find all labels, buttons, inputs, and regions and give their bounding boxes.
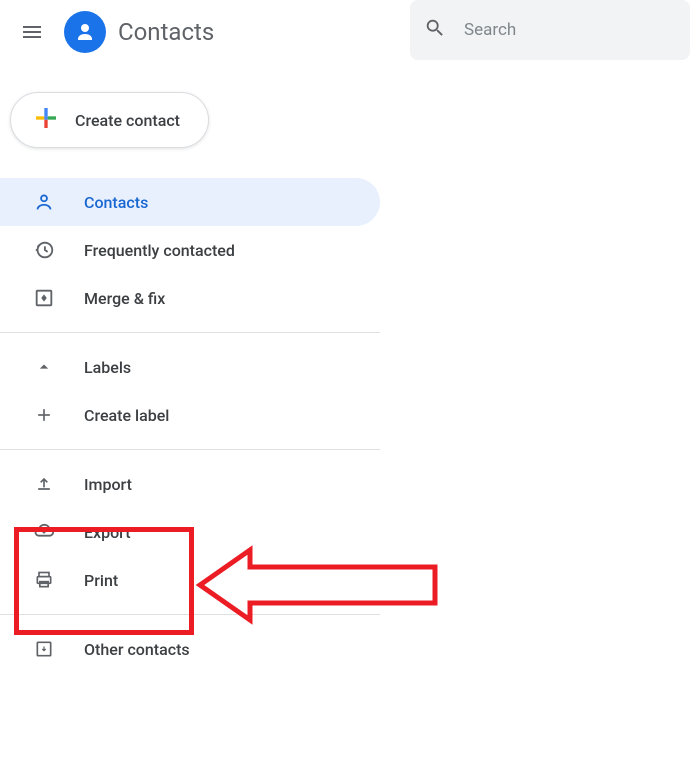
print-icon xyxy=(32,570,56,590)
sidebar-item-label: Import xyxy=(84,475,132,494)
menu-button[interactable] xyxy=(8,8,56,56)
app-logo xyxy=(64,11,106,53)
plus-icon xyxy=(31,103,61,137)
sidebar-item-label: Frequently contacted xyxy=(84,241,235,260)
sidebar-item-label: Other contacts xyxy=(84,640,190,659)
merge-icon xyxy=(32,287,56,309)
contacts-icon xyxy=(32,191,56,213)
person-icon xyxy=(73,20,97,44)
archive-icon xyxy=(32,639,56,659)
sidebar-item-export[interactable]: Export xyxy=(0,508,380,556)
upload-icon xyxy=(32,474,56,494)
plus-small-icon xyxy=(32,405,56,425)
divider xyxy=(0,332,380,333)
sidebar-item-label: Print xyxy=(84,571,118,590)
sidebar-item-merge[interactable]: Merge & fix xyxy=(0,274,380,322)
sidebar-item-label: Labels xyxy=(84,358,131,377)
cloud-download-icon xyxy=(32,521,56,543)
divider xyxy=(0,449,380,450)
chevron-up-icon xyxy=(32,357,56,377)
sidebar-item-label: Contacts xyxy=(84,193,148,212)
sidebar-item-import[interactable]: Import xyxy=(0,460,380,508)
sidebar-item-print[interactable]: Print xyxy=(0,556,380,604)
search-box[interactable]: Search xyxy=(410,0,690,60)
sidebar-item-frequent[interactable]: Frequently contacted xyxy=(0,226,380,274)
sidebar-item-label: Merge & fix xyxy=(84,289,165,308)
divider xyxy=(0,614,380,615)
sidebar-item-label: Export xyxy=(84,523,131,542)
search-icon xyxy=(424,17,446,43)
app-title: Contacts xyxy=(118,18,214,46)
sidebar-item-contacts[interactable]: Contacts xyxy=(0,178,380,226)
sidebar-item-labels[interactable]: Labels xyxy=(0,343,380,391)
search-placeholder: Search xyxy=(464,20,516,40)
sidebar-item-create-label[interactable]: Create label xyxy=(0,391,380,439)
hamburger-icon xyxy=(20,20,44,44)
history-icon xyxy=(32,239,56,261)
sidebar-item-label: Create label xyxy=(84,406,169,425)
create-contact-button[interactable]: Create contact xyxy=(10,92,209,148)
create-contact-label: Create contact xyxy=(75,111,180,130)
sidebar-item-other-contacts[interactable]: Other contacts xyxy=(0,625,380,673)
